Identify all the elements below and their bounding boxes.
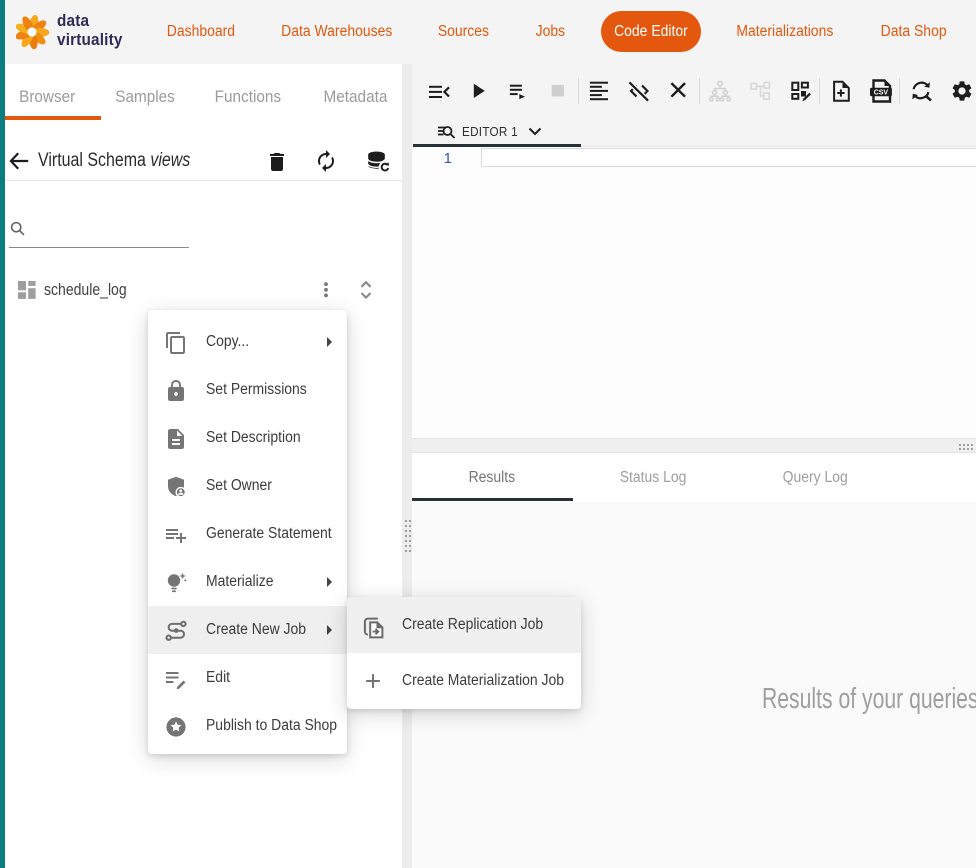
svg-text:CSV: CSV [874, 90, 889, 97]
